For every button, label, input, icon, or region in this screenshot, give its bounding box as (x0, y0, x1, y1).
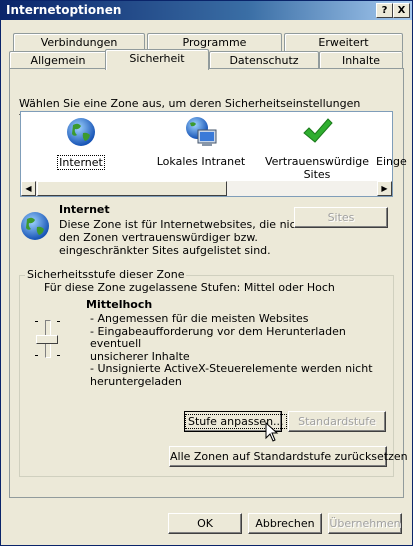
checkmark-icon (301, 118, 333, 151)
slider-tick (35, 321, 38, 322)
tab-erweitert[interactable]: Erweitert (284, 33, 403, 51)
tab-sicherheit[interactable]: Sicherheit (105, 49, 209, 70)
zone-info-title: Internet (59, 203, 110, 216)
slider-tick (57, 321, 60, 322)
level-bullet: - Angemessen für die meisten Websites (90, 312, 309, 325)
sites-button[interactable]: Sites (294, 207, 388, 228)
zone-trusted-sites-label: Vertrauenswürdige Sites (264, 155, 370, 181)
level-bullet: heruntergeladen (90, 374, 182, 388)
security-level-name: Mittelhoch (86, 298, 153, 311)
tab-inhalte[interactable]: Inhalte (319, 51, 403, 69)
zone-info-desc-line1: Diese Zone ist für Internetwebsites, die… (59, 218, 321, 231)
security-panel: Wählen Sie eine Zone aus, um deren Siche… (9, 68, 408, 498)
zone-info-globe-icon (19, 210, 51, 245)
zone-trusted-sites[interactable]: Vertrauenswürdige Sites (262, 116, 372, 181)
level-bullet: - Unsignierte ActiveX-Steuerelemente wer… (90, 362, 373, 375)
window-title: Internetoptionen (6, 3, 122, 17)
slider-tick (57, 355, 60, 356)
computer-globe-icon (184, 117, 218, 151)
zone-info-desc-line3: eingeschränkter Sites aufgelistet sind. (59, 244, 271, 257)
zone-internet-label: Internet (57, 155, 105, 170)
zone-internet[interactable]: Internet (36, 116, 126, 170)
zone-trusted-line2: Sites (303, 168, 331, 181)
zone-info-description: Diese Zone ist für Internetwebsites, die… (59, 218, 320, 257)
internet-options-dialog: Internetoptionen ? X Verbindungen Progra… (0, 0, 413, 546)
reset-all-zones-button[interactable]: Alle Zonen auf Standardstufe zurücksetze… (169, 446, 408, 467)
ok-button[interactable]: OK (168, 513, 242, 534)
mouse-cursor-icon (265, 421, 279, 445)
title-bar[interactable]: Internetoptionen ? X (1, 1, 412, 20)
zone-restricted-label: Einge (376, 155, 407, 168)
close-button[interactable]: X (393, 3, 410, 18)
zone-trusted-line1: Vertrauenswürdige (264, 155, 370, 168)
tab-allgemein[interactable]: Allgemein (9, 51, 107, 69)
restricted-icon (373, 116, 405, 148)
level-bullet: unsicherer Inhalte (90, 349, 190, 363)
help-button[interactable]: ? (376, 3, 393, 18)
apply-button[interactable]: Übernehmen (328, 513, 402, 534)
level-bullet: - Eingabeaufforderung vor dem Herunterla… (90, 324, 346, 350)
cancel-button[interactable]: Abbrechen (248, 513, 322, 534)
scroll-thumb[interactable] (37, 181, 227, 196)
slider-tick (35, 355, 38, 356)
zone-local-intranet-label: Lokales Intranet (156, 155, 246, 168)
zone-list: Internet Lokales Intranet Vertrauenswürd… (20, 111, 407, 197)
zone-horizontal-scrollbar[interactable]: ◀ ▶ (21, 181, 392, 196)
zone-info-desc-line2: den Zonen vertrauenswürdiger bzw. (59, 231, 258, 244)
scroll-left-button[interactable]: ◀ (21, 181, 36, 196)
security-level-description: - Angemessen für die meisten Websites - … (90, 312, 393, 388)
zone-local-intranet[interactable]: Lokales Intranet (151, 116, 251, 168)
globe-icon (65, 118, 97, 151)
security-level-legend: Sicherheitsstufe dieser Zone (25, 268, 187, 281)
allowed-levels-text: Für diese Zone zugelassene Stufen: Mitte… (44, 281, 335, 294)
scroll-right-button[interactable]: ▶ (377, 181, 392, 196)
tab-datenschutz[interactable]: Datenschutz (209, 51, 319, 69)
default-level-button[interactable]: Standardstufe (288, 411, 386, 432)
security-level-slider-thumb[interactable] (36, 335, 58, 344)
zone-restricted-sites[interactable]: Einge (373, 116, 413, 168)
